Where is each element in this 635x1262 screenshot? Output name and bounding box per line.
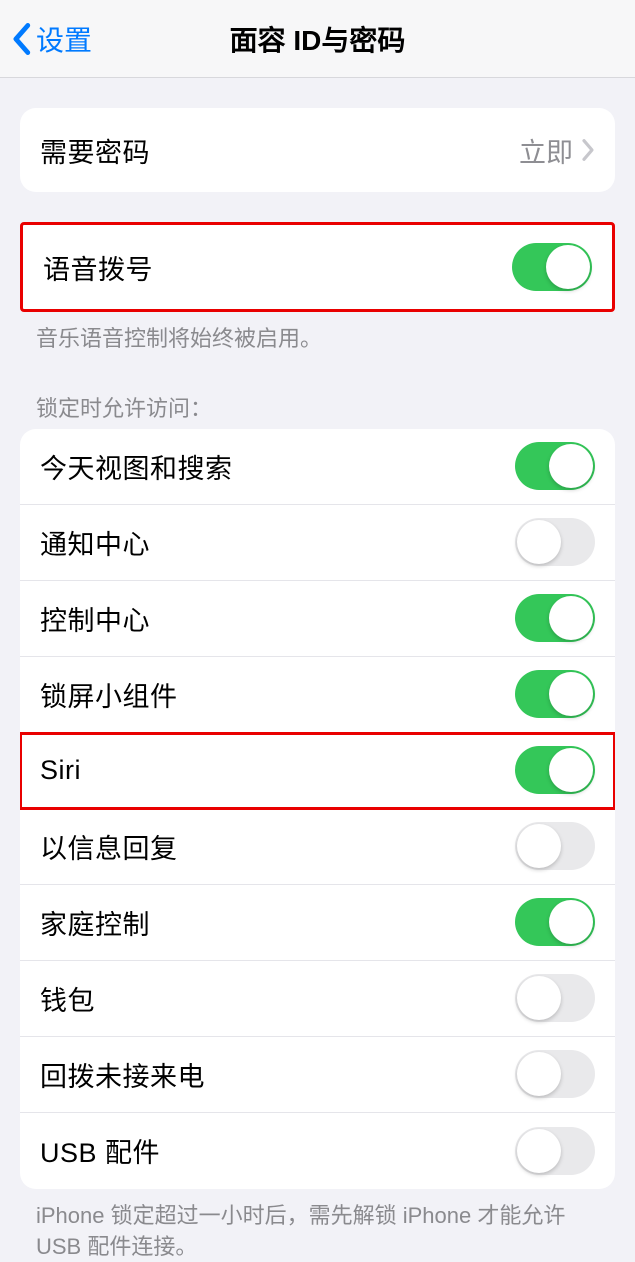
row-label: 回拨未接来电 — [40, 1055, 205, 1094]
row-value: 立即 — [519, 131, 573, 170]
row-lock-item: 锁屏小组件 — [20, 657, 615, 733]
row-lock-item: USB 配件 — [20, 1113, 615, 1189]
toggle-knob — [517, 824, 561, 868]
lock-item-toggle[interactable] — [515, 1050, 595, 1098]
lock-item-toggle[interactable] — [515, 974, 595, 1022]
content: 需要密码 立即 语音拨号 音乐语音控制将始终被启用。 锁定时允许访问： 今天视图… — [0, 108, 635, 1262]
row-label: 以信息回复 — [40, 827, 178, 866]
row-label: 通知中心 — [40, 523, 150, 562]
chevron-left-icon — [10, 22, 32, 56]
lock-item-toggle[interactable] — [515, 518, 595, 566]
toggle-knob — [549, 748, 593, 792]
lock-item-toggle[interactable] — [515, 442, 595, 490]
row-lock-item: Siri — [20, 733, 615, 809]
toggle-knob — [517, 520, 561, 564]
row-label: 需要密码 — [40, 131, 150, 170]
back-button[interactable]: 设置 — [10, 19, 92, 59]
lock-item-toggle[interactable] — [515, 822, 595, 870]
voice-dial-footer: 音乐语音控制将始终被启用。 — [0, 312, 635, 355]
row-label: 锁屏小组件 — [40, 675, 178, 714]
row-label: 今天视图和搜索 — [40, 447, 233, 486]
group-lock-access: 今天视图和搜索通知中心控制中心锁屏小组件 Siri 以信息回复家庭控制钱包回拨未接来… — [20, 429, 615, 1189]
row-lock-item: 以信息回复 — [20, 809, 615, 885]
row-voice-dial: 语音拨号 — [23, 225, 612, 309]
row-require-passcode[interactable]: 需要密码 立即 — [20, 108, 615, 192]
row-lock-item: 控制中心 — [20, 581, 615, 657]
toggle-knob — [549, 444, 593, 488]
row-value-container: 立即 — [519, 131, 595, 170]
row-label: 语音拨号 — [43, 248, 153, 287]
page-title: 面容 ID与密码 — [230, 19, 406, 59]
toggle-knob — [549, 596, 593, 640]
lock-item-toggle[interactable] — [515, 670, 595, 718]
toggle-knob — [517, 1129, 561, 1173]
back-label: 设置 — [36, 19, 92, 59]
row-label: 钱包 — [40, 979, 95, 1018]
row-lock-item: 家庭控制 — [20, 885, 615, 961]
navigation-bar: 设置 面容 ID与密码 — [0, 0, 635, 78]
lock-item-toggle[interactable] — [515, 898, 595, 946]
group-passcode: 需要密码 立即 — [20, 108, 615, 192]
toggle-knob — [517, 1052, 561, 1096]
row-label: USB 配件 — [40, 1131, 160, 1170]
voice-dial-toggle[interactable] — [512, 243, 592, 291]
row-label: Siri — [40, 755, 81, 786]
row-label: 家庭控制 — [40, 903, 150, 942]
usb-footer: iPhone 锁定超过一小时后，需先解锁 iPhone 才能允许USB 配件连接… — [0, 1189, 635, 1262]
toggle-knob — [549, 672, 593, 716]
toggle-knob — [549, 900, 593, 944]
lock-access-header: 锁定时允许访问： — [0, 355, 635, 429]
row-lock-item: 今天视图和搜索 — [20, 429, 615, 505]
row-lock-item: 回拨未接来电 — [20, 1037, 615, 1113]
lock-item-toggle[interactable] — [515, 594, 595, 642]
lock-item-toggle[interactable] — [515, 1127, 595, 1175]
toggle-knob — [546, 245, 590, 289]
row-lock-item: 钱包 — [20, 961, 615, 1037]
lock-item-toggle[interactable] — [515, 746, 595, 794]
group-voice-dial: 语音拨号 — [20, 222, 615, 312]
row-lock-item: 通知中心 — [20, 505, 615, 581]
row-label: 控制中心 — [40, 599, 150, 638]
toggle-knob — [517, 976, 561, 1020]
chevron-right-icon — [581, 138, 595, 162]
